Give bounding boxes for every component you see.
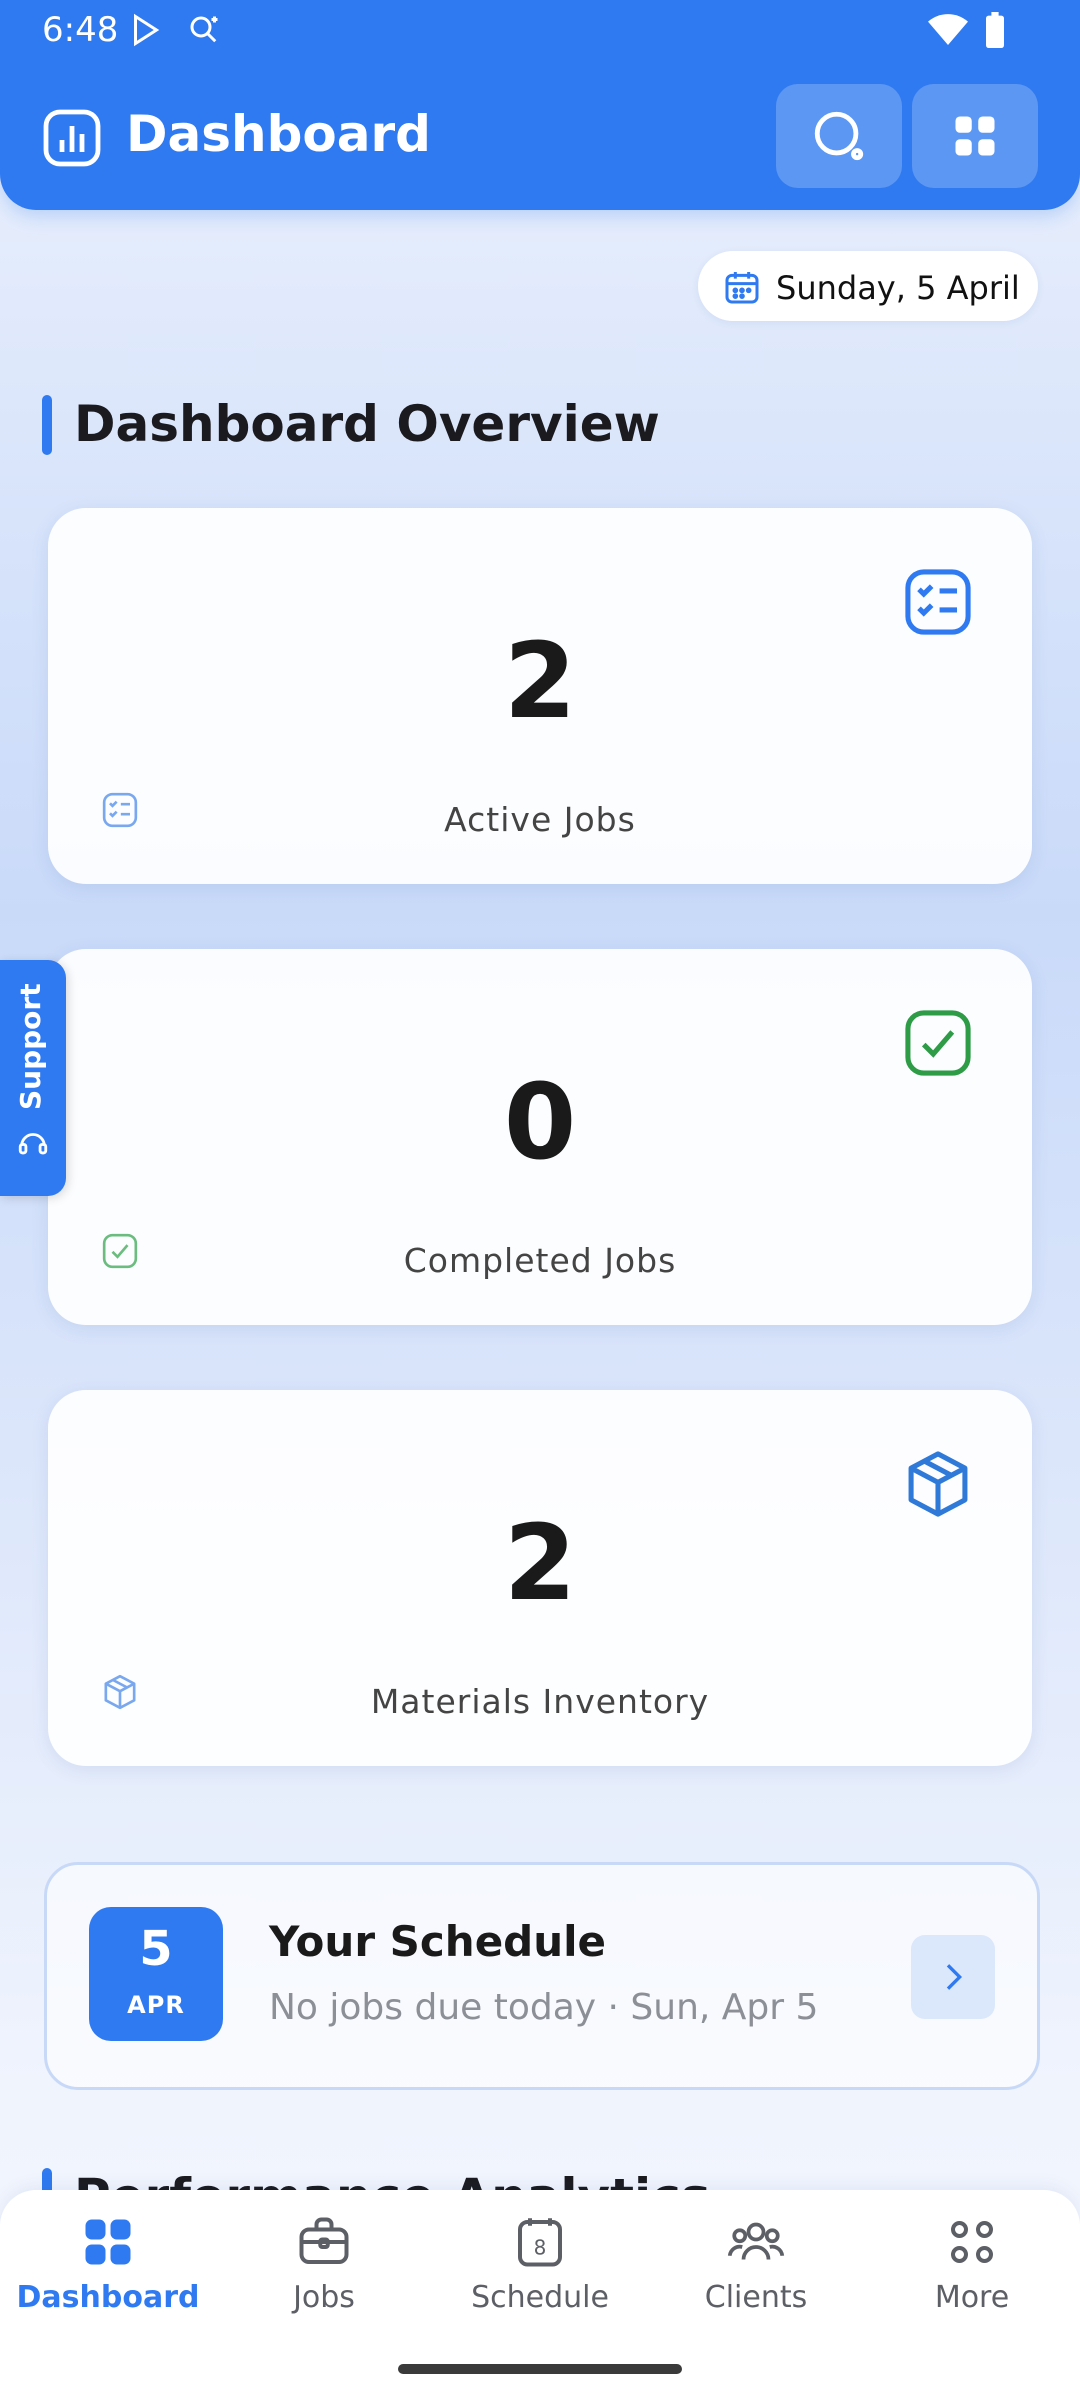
nav-label: Clients	[704, 2280, 808, 2315]
headset-icon	[18, 1133, 48, 1155]
nav-label: More	[934, 2280, 1010, 2315]
nav-jobs[interactable]: Jobs	[216, 2212, 432, 2332]
nav-label: Schedule	[471, 2280, 609, 2315]
schedule-open-button[interactable]	[911, 1935, 995, 2019]
nav-clients[interactable]: Clients	[648, 2212, 864, 2332]
schedule-subtitle: No jobs due today · Sun, Apr 5	[269, 1987, 819, 2028]
home-indicator[interactable]	[398, 2364, 682, 2374]
schedule-title: Your Schedule	[269, 1917, 607, 1966]
search-icon	[814, 111, 864, 161]
calendar-icon	[725, 272, 759, 304]
section-title: Dashboard Overview	[74, 395, 660, 453]
calendar-icon: 8	[518, 2218, 562, 2267]
page-title: Dashboard	[126, 105, 431, 163]
play-store-icon	[134, 13, 160, 47]
stat-label: Completed Jobs	[403, 1241, 677, 1280]
chevron-right-icon	[946, 1964, 963, 1990]
analytics-logo-icon	[43, 109, 101, 167]
stat-value: 0	[503, 1061, 577, 1183]
apps-menu-button[interactable]	[912, 84, 1038, 188]
grid-icon	[85, 2219, 131, 2265]
briefcase-icon	[299, 2217, 349, 2264]
nav-more[interactable]: More	[864, 2212, 1080, 2332]
people-icon	[727, 2222, 785, 2260]
wifi-icon	[928, 14, 968, 45]
schedule-month: APR	[127, 1991, 185, 2019]
apps-grid-icon	[955, 116, 995, 156]
stat-card-materials-inventory[interactable]: 2 Materials Inventory	[48, 1390, 1032, 1766]
stat-value: 2	[503, 620, 577, 742]
schedule-card[interactable]: 5 APR Your Schedule No jobs due today · …	[44, 1862, 1040, 2090]
stat-card-active-jobs[interactable]: 2 Active Jobs	[48, 508, 1032, 884]
search-button[interactable]	[776, 84, 902, 188]
schedule-day: 5	[139, 1921, 173, 1977]
stat-card-completed-jobs[interactable]: 0 Completed Jobs	[48, 949, 1032, 1325]
date-text: Sunday, 5 April	[776, 269, 1020, 307]
status-time: 6:48	[42, 10, 119, 50]
nav-dashboard[interactable]: Dashboard	[0, 2212, 216, 2332]
stat-label: Active Jobs	[444, 800, 636, 839]
search-spark-icon	[190, 16, 218, 43]
stat-value: 2	[503, 1502, 577, 1624]
nav-label: Jobs	[293, 2280, 355, 2315]
app-header: 6:48 Dashboard	[0, 0, 1080, 210]
stat-label: Materials Inventory	[370, 1682, 710, 1721]
more-dots-icon	[951, 2221, 993, 2263]
support-tab[interactable]: Support	[0, 960, 66, 1196]
section-accent-bar	[42, 395, 52, 455]
support-label: Support	[14, 983, 47, 1110]
nav-schedule[interactable]: 8 Schedule	[432, 2212, 648, 2332]
nav-label: Dashboard	[16, 2280, 200, 2315]
schedule-date-badge: 5 APR	[89, 1907, 223, 2041]
status-bar: 6:48	[0, 0, 1080, 62]
calendar-day-number: 8	[534, 2236, 547, 2260]
date-pill: Sunday, 5 April	[698, 251, 1038, 321]
battery-icon	[986, 12, 1004, 48]
